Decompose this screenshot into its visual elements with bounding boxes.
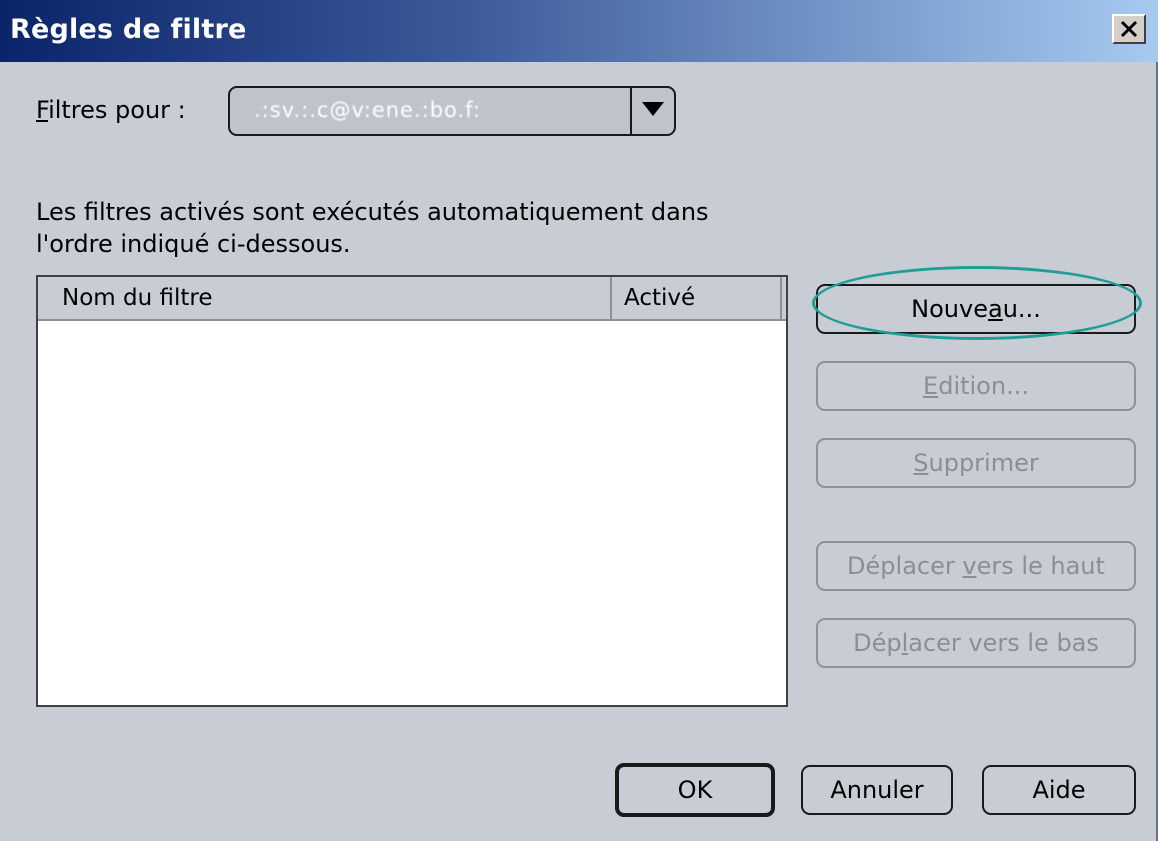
description-line-1: Les filtres activés sont exécutés automa…	[36, 198, 709, 226]
new-button-text-b: u...	[1002, 295, 1041, 323]
move-up-text-b: ers le haut	[976, 552, 1105, 580]
new-button-accel: a	[988, 295, 1003, 323]
delete-button-accel: S	[913, 449, 929, 477]
column-divider-end	[780, 277, 782, 319]
new-button[interactable]: Nouve a u...	[816, 284, 1136, 334]
column-header-name[interactable]: Nom du filtre	[62, 285, 212, 311]
filters-for-text: iltres pour :	[48, 96, 186, 124]
move-up-button[interactable]: Déplacer v ers le haut	[816, 541, 1136, 591]
move-up-accel: v	[962, 552, 977, 580]
edit-button-text: dition...	[938, 372, 1029, 400]
move-up-text-a: Déplacer	[847, 552, 963, 580]
edit-button[interactable]: Edition...	[816, 361, 1136, 411]
new-button-text-a: Nouve	[911, 295, 988, 323]
title-bar: Règles de filtre	[0, 0, 1158, 62]
filter-rules-dialog: Règles de filtre Filtres pour : .:sv.:.c…	[0, 0, 1158, 841]
filter-list[interactable]: Nom du filtre Activé	[36, 275, 788, 707]
delete-button[interactable]: Supprimer	[816, 438, 1136, 488]
chevron-down-icon[interactable]	[642, 102, 664, 116]
filter-list-header: Nom du filtre Activé	[38, 277, 786, 321]
move-down-accel: l	[901, 629, 909, 657]
combo-divider	[630, 88, 632, 134]
close-button[interactable]	[1112, 14, 1146, 44]
help-button[interactable]: Aide	[982, 765, 1136, 815]
column-header-enabled[interactable]: Activé	[624, 285, 695, 311]
window-title: Règles de filtre	[10, 14, 247, 45]
ok-button[interactable]: OK	[615, 763, 775, 817]
move-down-text-b: acer vers le bas	[908, 629, 1099, 657]
move-down-text-a: Dép	[853, 629, 902, 657]
edit-button-accel: E	[923, 372, 939, 400]
move-down-button[interactable]: Dép l acer vers le bas	[816, 618, 1136, 668]
account-select[interactable]: .:sv.:.c@v:ene.:bo.f:	[228, 86, 676, 136]
account-select-value: .:sv.:.c@v:ene.:bo.f:	[254, 98, 481, 122]
close-icon	[1120, 20, 1138, 38]
filters-for-accel: F	[36, 96, 49, 124]
column-divider[interactable]	[610, 277, 612, 319]
description-line-2: l'ordre indiqué ci-dessous.	[36, 230, 351, 258]
filters-for-label: Filtres pour :	[36, 96, 186, 124]
delete-button-text: upprimer	[928, 449, 1039, 477]
cancel-button[interactable]: Annuler	[801, 765, 953, 815]
